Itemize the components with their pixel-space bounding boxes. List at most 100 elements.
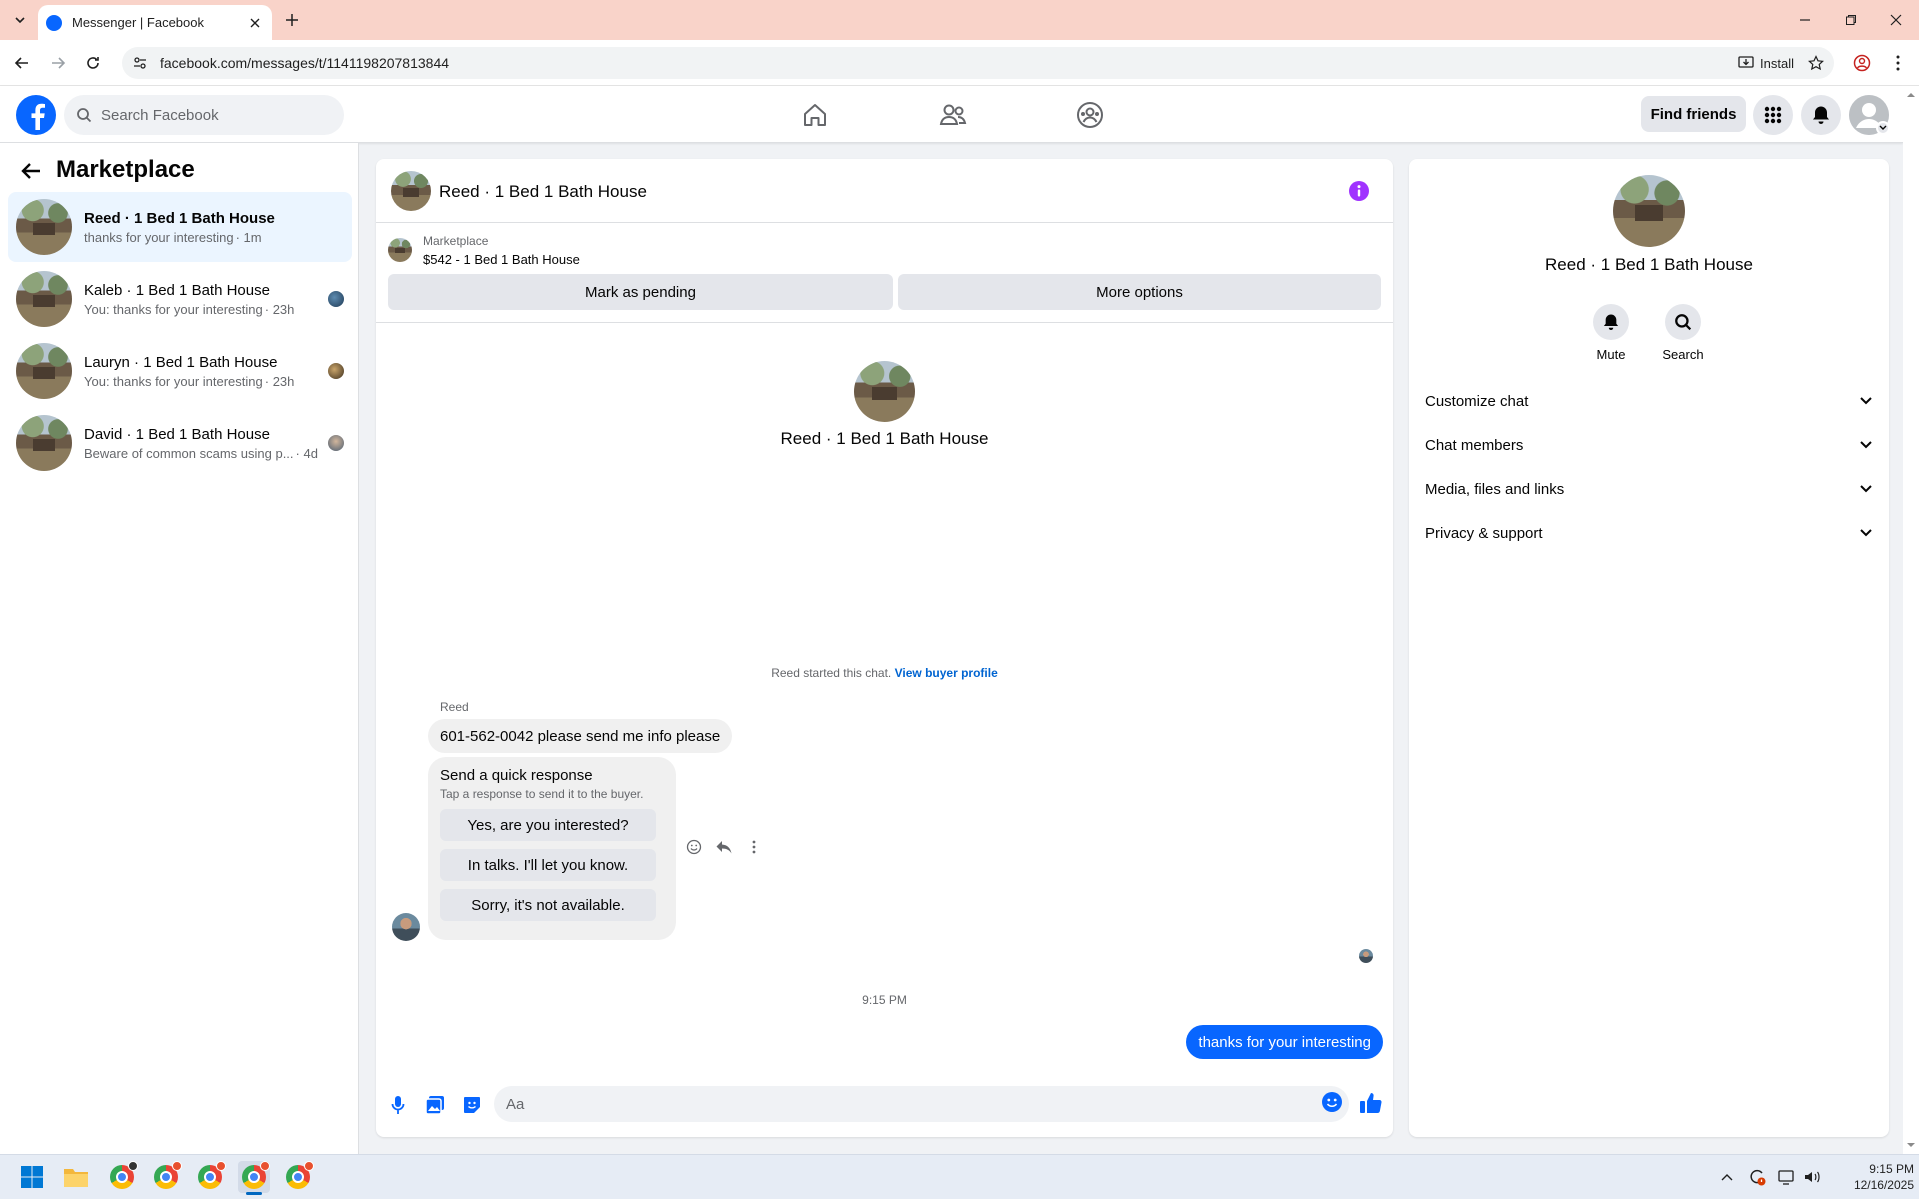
browser-menu-icon[interactable] — [1883, 48, 1913, 78]
tab-search-dropdown-icon[interactable] — [8, 8, 32, 32]
time-separator: 9:15 PM — [862, 993, 907, 1007]
conversation-time: · 23h — [264, 301, 295, 317]
friends-nav-icon[interactable] — [923, 98, 983, 132]
install-icon — [1738, 56, 1754, 68]
facebook-search-bar[interactable]: Search Facebook — [64, 95, 344, 135]
install-label: Install — [1760, 55, 1794, 71]
chrome-profile-5-icon[interactable] — [282, 1161, 314, 1193]
groups-nav-icon[interactable] — [1060, 98, 1120, 132]
thumbs-up-like-icon[interactable] — [1359, 1091, 1385, 1117]
incoming-message-bubble[interactable]: 601-562-0042 please send me info please — [428, 719, 733, 753]
conversation-item-david[interactable]: David · 1 Bed 1 Bath House Beware of com… — [8, 408, 352, 478]
chat-title[interactable]: Reed · 1 Bed 1 Bath House — [439, 182, 647, 202]
close-tab-icon[interactable] — [246, 14, 264, 32]
active-app-indicator — [246, 1192, 262, 1195]
conversation-preview: Beware of common scams using p... — [84, 445, 294, 461]
chrome-profile-active-icon[interactable] — [238, 1161, 270, 1193]
quick-response-in-talks-button[interactable]: In talks. I'll let you know. — [440, 849, 656, 881]
restore-window-icon[interactable] — [1828, 0, 1874, 40]
privacy-support-section[interactable]: Privacy & support — [1417, 511, 1881, 555]
menu-grid-icon[interactable] — [1753, 95, 1793, 135]
sticker-icon[interactable] — [460, 1093, 484, 1117]
mute-label: Mute — [1596, 347, 1626, 362]
quick-response-title: Send a quick response — [440, 767, 593, 784]
network-icon[interactable] — [1776, 1166, 1798, 1188]
conversation-intro-avatar[interactable] — [854, 361, 915, 422]
facebook-logo-icon[interactable] — [16, 95, 56, 135]
chevron-down-icon — [1860, 485, 1872, 493]
conversation-item-kaleb[interactable]: Kaleb · 1 Bed 1 Bath House You: thanks f… — [8, 264, 352, 334]
conversation-info-icon[interactable] — [1349, 181, 1369, 201]
customize-chat-section[interactable]: Customize chat — [1417, 379, 1881, 423]
sender-name: Reed — [440, 700, 469, 714]
chat-started-notice: Reed started this chat. View buyer profi… — [376, 666, 1393, 680]
volume-icon[interactable] — [1801, 1166, 1823, 1188]
chrome-profile-2-icon[interactable] — [150, 1161, 182, 1193]
more-options-button[interactable]: More options — [898, 274, 1381, 310]
home-nav-icon[interactable] — [785, 98, 845, 132]
quick-response-yes-button[interactable]: Yes, are you interested? — [440, 809, 656, 841]
quick-response-card: Send a quick response Tap a response to … — [428, 757, 676, 940]
back-arrow-icon[interactable] — [20, 160, 44, 184]
outgoing-message-bubble[interactable]: thanks for your interesting — [1186, 1025, 1383, 1059]
account-chevron-icon[interactable] — [1876, 121, 1890, 135]
chrome-profile-1-icon[interactable] — [106, 1161, 138, 1193]
more-actions-icon[interactable] — [743, 836, 765, 858]
chrome-profile-3-icon[interactable] — [194, 1161, 226, 1193]
listing-source: Marketplace — [423, 234, 489, 248]
chat-members-section[interactable]: Chat members — [1417, 423, 1881, 467]
reply-icon[interactable] — [713, 836, 735, 858]
mark-as-pending-button[interactable]: Mark as pending — [388, 274, 893, 310]
reload-icon[interactable] — [78, 48, 108, 78]
emoji-picker-icon[interactable] — [1321, 1091, 1345, 1115]
quick-response-not-available-button[interactable]: Sorry, it's not available. — [440, 889, 656, 921]
listing-description[interactable]: $542 - 1 Bed 1 Bath House — [423, 252, 580, 267]
media-files-links-section[interactable]: Media, files and links — [1417, 467, 1881, 511]
listing-thumbnail[interactable] — [388, 238, 412, 262]
forward-icon[interactable] — [43, 48, 73, 78]
listing-thumbnail — [16, 199, 72, 255]
conversation-item-lauryn[interactable]: Lauryn · 1 Bed 1 Bath House You: thanks … — [8, 336, 352, 406]
attach-photo-icon[interactable] — [423, 1093, 447, 1117]
conversation-item-reed[interactable]: Reed · 1 Bed 1 Bath House thanks for you… — [8, 192, 352, 262]
windows-start-icon[interactable] — [16, 1161, 48, 1193]
minimize-window-icon[interactable] — [1782, 0, 1828, 40]
site-info-icon[interactable] — [132, 55, 148, 71]
message-input[interactable] — [494, 1086, 1349, 1122]
show-hidden-icons-chevron-icon[interactable] — [1716, 1166, 1738, 1188]
bookmark-star-icon[interactable] — [1808, 55, 1824, 71]
details-avatar[interactable] — [1613, 175, 1685, 247]
chat-header-avatar[interactable] — [391, 171, 431, 211]
listing-thumbnail — [16, 343, 72, 399]
sync-alert-icon[interactable] — [1746, 1166, 1768, 1188]
search-in-conversation-button[interactable]: Search — [1648, 304, 1718, 362]
conversation-preview: You: thanks for your interesting — [84, 301, 263, 317]
conversation-name: Reed · 1 Bed 1 Bath House — [84, 209, 275, 227]
taskbar-clock[interactable]: 9:15 PM 12/16/2025 — [1834, 1161, 1914, 1193]
page-scrollbar[interactable] — [1903, 86, 1919, 1154]
conversation-name: Kaleb · 1 Bed 1 Bath House — [84, 281, 270, 299]
scroll-down-icon[interactable] — [1903, 1140, 1919, 1150]
find-friends-button[interactable]: Find friends — [1641, 96, 1746, 132]
address-bar[interactable]: facebook.com/messages/t/1141198207813844… — [122, 47, 1834, 79]
react-emoji-icon[interactable] — [683, 836, 705, 858]
view-buyer-profile-link[interactable]: View buyer profile — [895, 666, 998, 680]
file-explorer-icon[interactable] — [60, 1161, 92, 1193]
url-text[interactable]: facebook.com/messages/t/1141198207813844 — [160, 55, 1738, 71]
back-icon[interactable] — [7, 48, 37, 78]
section-label: Chat members — [1425, 436, 1524, 454]
seen-avatar — [328, 435, 344, 451]
microphone-icon[interactable] — [386, 1093, 410, 1117]
details-name: Reed · 1 Bed 1 Bath House — [1545, 255, 1753, 274]
message-actions — [683, 836, 765, 858]
profile-icon[interactable] — [1847, 48, 1877, 78]
sender-avatar[interactable] — [392, 913, 420, 941]
new-tab-icon[interactable] — [280, 8, 304, 32]
seen-avatar — [328, 363, 344, 379]
close-window-icon[interactable] — [1873, 0, 1919, 40]
mute-button[interactable]: Mute — [1576, 304, 1646, 362]
scroll-up-icon[interactable] — [1903, 90, 1919, 100]
install-app-button[interactable]: Install — [1738, 56, 1794, 71]
notifications-bell-icon[interactable] — [1801, 95, 1841, 135]
browser-tab-messenger[interactable]: Messenger | Facebook — [38, 5, 272, 40]
